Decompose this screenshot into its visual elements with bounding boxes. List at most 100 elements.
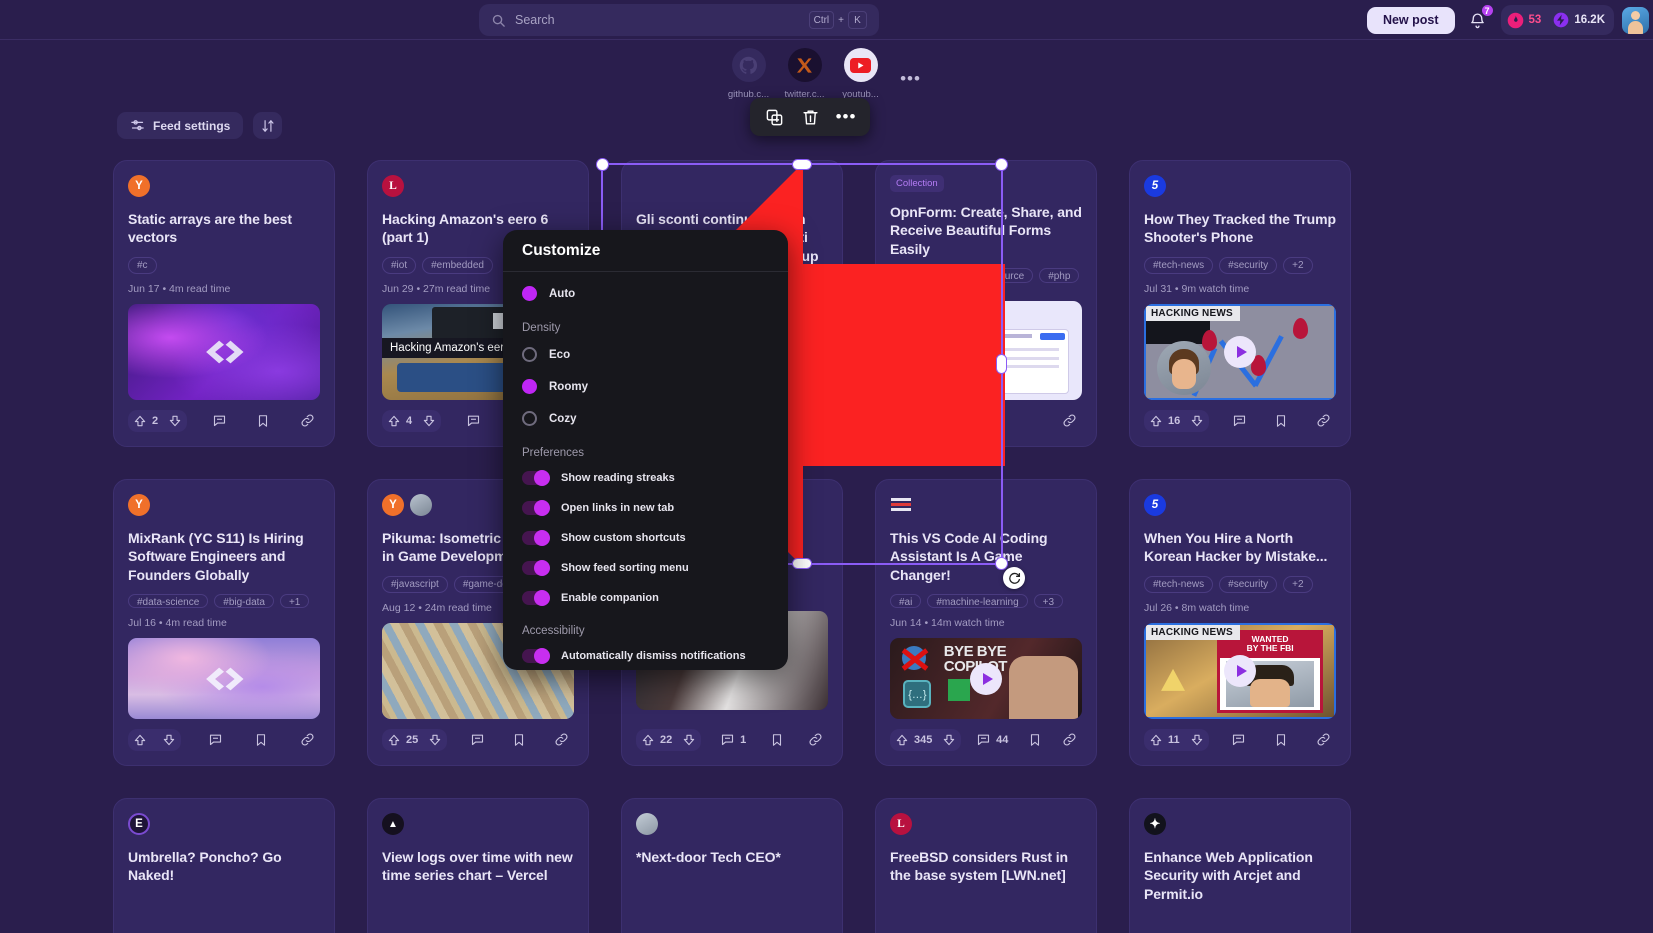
share-link-button[interactable] <box>549 728 574 751</box>
theme-option-auto[interactable]: Auto <box>522 281 769 306</box>
pref-show-feed-sorting-menu[interactable]: Show feed sorting menu <box>522 557 769 579</box>
delete-button[interactable] <box>795 102 825 132</box>
comment-button[interactable] <box>465 728 490 751</box>
new-post-button[interactable]: New post <box>1366 6 1455 34</box>
vote-group <box>128 728 181 751</box>
search-input[interactable]: Search Ctrl + K <box>479 4 879 36</box>
tag[interactable]: #security <box>1219 256 1278 274</box>
share-link-button[interactable] <box>1311 409 1336 432</box>
upvote-button[interactable]: 11 <box>1144 729 1185 751</box>
upvote-button[interactable]: 22 <box>636 729 677 751</box>
tag[interactable]: #javascript <box>382 575 448 593</box>
post-card[interactable]: 5 When You Hire a North Korean Hacker by… <box>1129 479 1351 766</box>
reading-streak[interactable]: 53 <box>1507 12 1541 29</box>
downvote-button[interactable] <box>163 410 187 432</box>
tag[interactable]: #php <box>1039 268 1080 284</box>
link-icon <box>1317 414 1330 427</box>
tag-overflow[interactable]: +2 <box>1283 575 1313 593</box>
comment-button[interactable] <box>203 728 228 751</box>
tag[interactable]: #tech-news <box>1144 575 1214 593</box>
post-title: How They Tracked the Trump Shooter's Pho… <box>1144 211 1336 246</box>
post-card[interactable]: Y Static arrays are the best vectors #c … <box>113 160 335 447</box>
play-button[interactable] <box>1224 335 1256 368</box>
bookmark-button[interactable] <box>251 410 275 432</box>
shortcut-twitter[interactable]: twitter.c... <box>782 48 828 100</box>
pref-enable-companion[interactable]: Enable companion <box>522 587 769 609</box>
comment-button[interactable]: 1 <box>715 728 751 751</box>
upvote-button[interactable]: 16 <box>1144 410 1185 432</box>
comment-button[interactable]: 44 <box>971 728 1013 751</box>
tag[interactable]: #c <box>128 256 157 274</box>
post-card[interactable]: *Next-door Tech CEO* <box>621 798 843 933</box>
bookmark-button[interactable] <box>249 729 273 751</box>
comment-button[interactable] <box>1226 728 1251 751</box>
tag-overflow[interactable]: +2 <box>1283 256 1313 274</box>
post-card[interactable]: 5 How They Tracked the Trump Shooter's P… <box>1129 160 1351 447</box>
downvote-button[interactable] <box>1185 729 1209 751</box>
tag[interactable]: #ai <box>890 594 922 609</box>
tag[interactable]: #machine-learning <box>927 594 1028 609</box>
duplicate-button[interactable] <box>759 102 789 132</box>
density-option-eco[interactable]: Eco <box>522 342 769 367</box>
post-card[interactable]: ▲ View logs over time with new time seri… <box>367 798 589 933</box>
post-card[interactable]: L FreeBSD considers Rust in the base sys… <box>875 798 1097 933</box>
more-options-button[interactable]: ••• <box>831 102 861 132</box>
play-button[interactable] <box>970 662 1002 695</box>
post-card[interactable]: Y MixRank (YC S11) Is Hiring Software En… <box>113 479 335 766</box>
pref-show-custom-shortcuts[interactable]: Show custom shortcuts <box>522 527 769 549</box>
downvote-button[interactable] <box>1185 410 1209 432</box>
comment-button[interactable] <box>1227 409 1252 432</box>
post-card[interactable]: ✦ Enhance Web Application Security with … <box>1129 798 1351 933</box>
user-avatar[interactable] <box>1622 6 1649 34</box>
share-link-button[interactable] <box>1311 728 1336 751</box>
tag[interactable]: #tech-news <box>1144 256 1214 274</box>
comment-button[interactable] <box>461 409 486 432</box>
tag-overflow[interactable]: +3 <box>1033 594 1064 609</box>
downvote-button[interactable] <box>157 729 181 751</box>
vote-group: 4 <box>382 409 442 432</box>
pref-open-links-new-tab[interactable]: Open links in new tab <box>522 497 769 519</box>
post-card[interactable]: E Umbrella? Poncho? Go Naked! <box>113 798 335 933</box>
bookmark-button[interactable] <box>765 729 789 751</box>
downvote-button[interactable] <box>937 729 961 751</box>
tag[interactable]: #big-data <box>214 594 274 609</box>
bookmark-button[interactable] <box>1023 729 1047 751</box>
tag-overflow[interactable]: +1 <box>279 594 310 609</box>
tag[interactable]: #security <box>1219 575 1278 593</box>
downvote-button[interactable] <box>677 729 701 751</box>
bookmark-button[interactable] <box>507 729 531 751</box>
reputation[interactable]: 16.2K <box>1553 12 1605 28</box>
share-link-button[interactable] <box>295 409 320 432</box>
shortcut-github[interactable]: github.c... <box>726 48 772 100</box>
downvote-button[interactable] <box>423 729 447 751</box>
play-button[interactable] <box>1224 654 1256 687</box>
comment-button[interactable] <box>207 409 232 432</box>
downvote-button[interactable] <box>417 410 441 432</box>
bookmark-button[interactable] <box>1269 410 1293 432</box>
upvote-button[interactable]: 2 <box>128 410 163 432</box>
density-option-cozy[interactable]: Cozy <box>522 406 769 431</box>
share-link-button[interactable] <box>1057 728 1082 751</box>
share-link-button[interactable] <box>295 728 320 751</box>
share-link-button[interactable] <box>1057 409 1082 432</box>
upvote-button[interactable]: 345 <box>890 729 937 751</box>
feed-sort-button[interactable] <box>253 112 283 139</box>
post-tags: #ai #machine-learning +3 <box>890 594 1082 609</box>
upvote-button[interactable]: 25 <box>382 729 423 751</box>
tag[interactable]: #data-science <box>128 594 209 609</box>
upvote-count: 16 <box>1168 414 1181 427</box>
notifications-button[interactable]: 7 <box>1463 3 1495 35</box>
share-link-button[interactable] <box>803 728 828 751</box>
feed-settings-button[interactable]: Feed settings <box>117 112 244 139</box>
pref-show-reading-streaks[interactable]: Show reading streaks <box>522 467 769 489</box>
upvote-button[interactable] <box>128 729 157 751</box>
bookmark-button[interactable] <box>1269 729 1293 751</box>
tag[interactable]: #iot <box>382 256 417 274</box>
kbd-k: K <box>848 11 867 29</box>
tag[interactable]: #embedded <box>422 256 493 274</box>
density-option-roomy[interactable]: Roomy <box>522 374 769 399</box>
a11y-auto-dismiss-notifications[interactable]: Automatically dismiss notifications <box>522 645 769 667</box>
shortcut-youtube[interactable]: youtub... <box>838 48 884 100</box>
shortcuts-more-button[interactable]: ••• <box>894 62 928 96</box>
upvote-button[interactable]: 4 <box>382 410 417 432</box>
